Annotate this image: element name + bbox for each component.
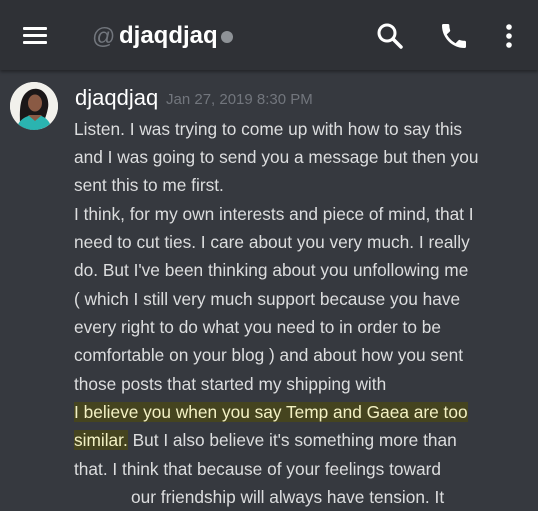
- message-line: I think, for my own interests and piece …: [74, 204, 474, 224]
- message-line: and I was going to send you a message bu…: [74, 147, 479, 167]
- message-timestamp: Jan 27, 2019 8:30 PM: [166, 91, 313, 108]
- message-line: do. But I've been thinking about you unf…: [74, 260, 469, 280]
- phone-icon: [442, 24, 466, 48]
- more-vertical-icon: [506, 24, 512, 48]
- at-icon: @: [92, 23, 116, 49]
- hamburger-menu-icon: [23, 27, 47, 30]
- call-button[interactable]: [438, 20, 470, 52]
- highlighted-text: I believe you when you say Temp and Gaea…: [74, 402, 468, 422]
- search-icon: [377, 23, 403, 49]
- message-line: comfortable on your blog ) and about how…: [74, 345, 464, 365]
- message-text: But I also believe it's something more t…: [127, 430, 457, 450]
- menu-button[interactable]: [20, 22, 50, 48]
- message-line: need to cut ties. I care about you very …: [74, 232, 470, 252]
- message-author[interactable]: djaqdjaq: [75, 85, 158, 111]
- message-line: sent this to me first.: [74, 175, 224, 195]
- avatar[interactable]: [10, 82, 58, 130]
- highlighted-text: similar.: [74, 430, 128, 450]
- channel-title[interactable]: djaqdjaq: [119, 21, 218, 51]
- chat-header: @ djaqdjaq: [0, 0, 538, 70]
- message-line: similar. But I also believe it's somethi…: [74, 429, 457, 451]
- search-button[interactable]: [374, 20, 406, 52]
- message-line: that. I think that because of your feeli…: [74, 459, 441, 479]
- message-line: our friendship will always have tension.…: [131, 487, 445, 507]
- message-line: I believe you when you say Temp and Gaea…: [74, 401, 468, 423]
- message-line: every right to do what you need to in or…: [74, 317, 441, 337]
- status-indicator: [221, 31, 233, 43]
- message-line: those posts that started my shipping wit…: [74, 374, 387, 394]
- message-line: ( which I still very much support becaus…: [74, 289, 461, 309]
- message: djaqdjaq Jan 27, 2019 8:30 PM Listen. I …: [0, 70, 538, 511]
- more-options-button[interactable]: [493, 20, 525, 52]
- message-line: Listen. I was trying to come up with how…: [74, 119, 463, 139]
